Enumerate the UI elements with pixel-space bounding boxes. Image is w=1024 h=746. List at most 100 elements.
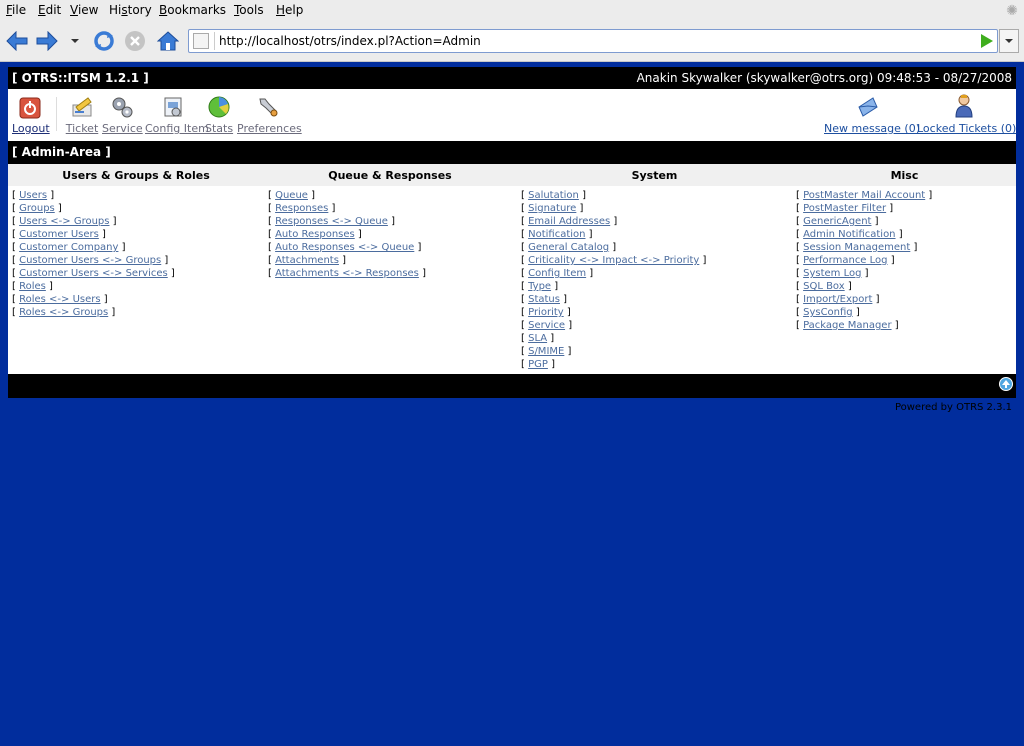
nav-locked-tickets[interactable]: Locked Tickets (0) <box>917 93 1016 135</box>
back-button[interactable] <box>4 28 30 54</box>
scroll-top-button[interactable] <box>999 377 1013 391</box>
browser-toolbar <box>0 22 1024 62</box>
bracket: ] <box>861 268 869 279</box>
logout-icon <box>19 97 41 119</box>
reload-button[interactable] <box>91 28 117 54</box>
admin-link-row: [ Performance Log ] <box>796 255 932 268</box>
admin-link[interactable]: System Log <box>803 268 861 279</box>
col-heading-misc: Misc <box>890 169 919 182</box>
admin-link-row: [ PostMaster Filter ] <box>796 203 932 216</box>
nav-ticket[interactable]: Ticket <box>65 93 99 135</box>
admin-link-row: [ Groups ] <box>12 203 175 216</box>
admin-link[interactable]: Type <box>528 281 551 292</box>
otrs-header: [ OTRS::ITSM 1.2.1 ] Anakin Skywalker (s… <box>8 67 1016 89</box>
back-arrow-icon <box>6 31 28 51</box>
admin-link[interactable]: Priority <box>528 307 564 318</box>
admin-link[interactable]: Groups <box>19 203 55 214</box>
admin-link[interactable]: Roles <box>19 281 46 292</box>
admin-link[interactable]: Signature <box>528 203 576 214</box>
admin-link[interactable]: PGP <box>528 359 548 370</box>
menu-edit[interactable]: Edit <box>38 3 61 17</box>
admin-link[interactable]: Admin Notification <box>803 229 895 240</box>
admin-link[interactable]: SQL Box <box>803 281 845 292</box>
admin-link[interactable]: Notification <box>528 229 585 240</box>
bracket: ] <box>167 268 175 279</box>
ticket-icon <box>72 97 92 117</box>
admin-link[interactable]: Customer Users <-> Services <box>19 268 168 279</box>
admin-link[interactable]: Customer Company <box>19 242 118 253</box>
admin-link-row: [ Notification ] <box>521 229 706 242</box>
stop-icon <box>125 31 145 51</box>
admin-link[interactable]: Customer Users <box>19 229 99 240</box>
home-button[interactable] <box>155 28 181 54</box>
nav-config-item[interactable]: Config Item <box>145 93 209 135</box>
admin-link[interactable]: Attachments <-> Responses <box>275 268 419 279</box>
admin-link[interactable]: Criticality <-> Impact <-> Priority <box>528 255 699 266</box>
forward-button[interactable] <box>34 28 60 54</box>
admin-link[interactable]: PostMaster Mail Account <box>803 190 925 201</box>
menu-view[interactable]: View <box>70 3 98 17</box>
admin-link[interactable]: Salutation <box>528 190 579 201</box>
bracket: ] <box>547 359 555 370</box>
admin-link[interactable]: Auto Responses <-> Queue <box>275 242 414 253</box>
history-dropdown-button[interactable] <box>62 28 88 54</box>
admin-link[interactable]: PostMaster Filter <box>803 203 886 214</box>
nav-logout-label: Logout <box>12 122 50 135</box>
bracket: ] <box>852 307 860 318</box>
nav-logout[interactable]: Logout <box>12 93 50 135</box>
admin-link[interactable]: GenericAgent <box>803 216 871 227</box>
user-info: Anakin Skywalker (skywalker@otrs.org) 09… <box>636 71 1012 85</box>
admin-link[interactable]: Email Addresses <box>528 216 610 227</box>
menu-file[interactable]: File <box>6 3 26 17</box>
admin-link[interactable]: Status <box>528 294 560 305</box>
chevron-down-icon <box>1005 39 1013 43</box>
url-input[interactable] <box>219 32 969 50</box>
admin-link[interactable]: Package Manager <box>803 320 891 331</box>
bracket: ] <box>844 281 852 292</box>
stop-button[interactable] <box>122 28 148 54</box>
nav-stats[interactable]: Stats <box>205 93 233 135</box>
menu-tools[interactable]: Tools <box>234 3 264 17</box>
admin-link[interactable]: Auto Responses <box>275 229 355 240</box>
admin-link[interactable]: Attachments <box>275 255 339 266</box>
admin-link[interactable]: SysConfig <box>803 307 853 318</box>
go-arrow-icon[interactable] <box>981 34 993 48</box>
menu-bookmarks[interactable]: Bookmarks <box>159 3 226 17</box>
admin-link[interactable]: Roles <-> Groups <box>19 307 108 318</box>
admin-link[interactable]: Customer Users <-> Groups <box>19 255 161 266</box>
url-dropdown-button[interactable] <box>999 29 1019 53</box>
admin-link[interactable]: Import/Export <box>803 294 872 305</box>
admin-link[interactable]: Service <box>528 320 565 331</box>
admin-link[interactable]: SLA <box>528 333 547 344</box>
admin-link[interactable]: Queue <box>275 190 308 201</box>
bracket: ] <box>586 268 594 279</box>
url-bar[interactable] <box>188 29 998 53</box>
bracket: ] <box>108 307 116 318</box>
admin-link[interactable]: Users <-> Groups <box>19 216 109 227</box>
menu-history[interactable]: History <box>109 3 152 17</box>
admin-link-row: [ Queue ] <box>268 190 426 203</box>
nav-new-message[interactable]: New message (0) <box>824 93 920 135</box>
admin-link-row: [ Signature ] <box>521 203 706 216</box>
admin-link-row: [ System Log ] <box>796 268 932 281</box>
config-item-icon <box>164 97 182 117</box>
admin-link[interactable]: General Catalog <box>528 242 609 253</box>
admin-link-row: [ Users ] <box>12 190 175 203</box>
admin-link[interactable]: Roles <-> Users <box>19 294 100 305</box>
admin-link[interactable]: Session Management <box>803 242 910 253</box>
admin-link[interactable]: S/MIME <box>528 346 564 357</box>
admin-link[interactable]: Responses <box>275 203 328 214</box>
admin-link[interactable]: Config Item <box>528 268 586 279</box>
powered-by: Powered by OTRS 2.3.1 <box>894 402 1012 413</box>
bracket: ] <box>609 242 617 253</box>
menu-help[interactable]: Help <box>276 3 303 17</box>
admin-link-row: [ Import/Export ] <box>796 294 932 307</box>
nav-preferences[interactable]: Preferences <box>237 93 302 135</box>
admin-link[interactable]: Responses <-> Queue <box>275 216 388 227</box>
admin-link[interactable]: Performance Log <box>803 255 887 266</box>
bracket: ] <box>547 333 555 344</box>
bracket: ] <box>387 216 395 227</box>
nav-service[interactable]: Service <box>102 93 143 135</box>
admin-link[interactable]: Users <box>19 190 47 201</box>
admin-link-row: [ Responses <-> Queue ] <box>268 216 426 229</box>
